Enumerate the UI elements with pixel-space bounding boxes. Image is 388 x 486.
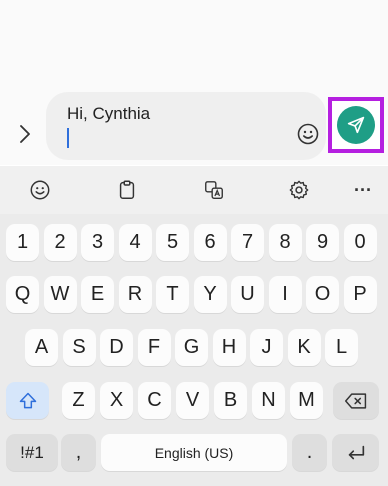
key-n[interactable]: N bbox=[252, 382, 285, 419]
key-x[interactable]: X bbox=[100, 382, 133, 419]
expand-button[interactable] bbox=[13, 122, 37, 146]
translate-icon bbox=[205, 181, 223, 199]
clipboard-button[interactable] bbox=[115, 178, 139, 202]
text-cursor bbox=[67, 128, 69, 148]
key-s[interactable]: S bbox=[62, 329, 96, 366]
key-3[interactable]: 3 bbox=[81, 224, 114, 261]
key-0[interactable]: 0 bbox=[343, 224, 377, 261]
key-f[interactable]: F bbox=[137, 329, 171, 366]
shift-arrow-icon bbox=[19, 392, 36, 408]
key-o[interactable]: O bbox=[306, 276, 339, 313]
key-m[interactable]: M bbox=[290, 382, 323, 419]
key-7[interactable]: 7 bbox=[231, 224, 264, 261]
key-t[interactable]: T bbox=[156, 276, 189, 313]
more-horizontal-icon: ··· bbox=[354, 179, 372, 200]
key-4[interactable]: 4 bbox=[118, 224, 152, 261]
symbols-key[interactable]: !#1 bbox=[6, 434, 58, 471]
enter-return-icon bbox=[348, 445, 364, 459]
gear-icon bbox=[289, 180, 309, 200]
send-highlight-box bbox=[328, 97, 384, 153]
key-g[interactable]: G bbox=[175, 329, 208, 366]
period-key[interactable]: . bbox=[292, 434, 327, 471]
chevron-right-icon bbox=[20, 125, 30, 143]
send-button[interactable] bbox=[337, 106, 375, 144]
key-1[interactable]: 1 bbox=[6, 224, 39, 261]
smiley-icon bbox=[297, 123, 319, 145]
key-2[interactable]: 2 bbox=[43, 224, 77, 261]
paper-plane-icon bbox=[347, 116, 365, 134]
key-c[interactable]: C bbox=[138, 382, 171, 419]
key-u[interactable]: U bbox=[231, 276, 264, 313]
key-l[interactable]: L bbox=[325, 329, 358, 366]
key-9[interactable]: 9 bbox=[306, 224, 339, 261]
emoji-button[interactable] bbox=[296, 122, 320, 146]
key-z[interactable]: Z bbox=[62, 382, 95, 419]
smiley-icon bbox=[30, 180, 50, 200]
key-q[interactable]: Q bbox=[6, 276, 39, 313]
comma-key[interactable]: , bbox=[61, 434, 96, 471]
compose-row: Hi, Cynthia bbox=[0, 92, 388, 166]
key-e[interactable]: E bbox=[81, 276, 114, 313]
message-text: Hi, Cynthia bbox=[67, 104, 151, 123]
keyboard-toolbar: ··· bbox=[0, 166, 388, 214]
settings-button[interactable] bbox=[287, 178, 311, 202]
key-j[interactable]: J bbox=[250, 329, 283, 366]
key-5[interactable]: 5 bbox=[156, 224, 189, 261]
key-8[interactable]: 8 bbox=[268, 224, 302, 261]
more-options-button[interactable]: ··· bbox=[351, 178, 375, 202]
key-i[interactable]: I bbox=[268, 276, 302, 313]
space-bar[interactable]: English (US) bbox=[101, 434, 287, 471]
backspace-icon bbox=[344, 392, 367, 409]
message-input[interactable]: Hi, Cynthia bbox=[46, 92, 326, 160]
translate-button[interactable] bbox=[202, 178, 226, 202]
backspace-key[interactable] bbox=[333, 382, 379, 419]
key-h[interactable]: H bbox=[212, 329, 246, 366]
clipboard-icon bbox=[119, 180, 135, 199]
enter-key[interactable] bbox=[332, 434, 379, 471]
keyboard-emoji-button[interactable] bbox=[28, 178, 52, 202]
key-k[interactable]: K bbox=[287, 329, 321, 366]
key-w[interactable]: W bbox=[43, 276, 77, 313]
key-b[interactable]: B bbox=[214, 382, 247, 419]
keyboard: ··· 1234567890 QWERTYUIOP ASDFGHJKL ZXCV… bbox=[0, 166, 388, 486]
key-v[interactable]: V bbox=[176, 382, 209, 419]
key-a[interactable]: A bbox=[25, 329, 58, 366]
key-p[interactable]: P bbox=[343, 276, 377, 313]
key-r[interactable]: R bbox=[118, 276, 152, 313]
key-y[interactable]: Y bbox=[193, 276, 227, 313]
key-d[interactable]: D bbox=[100, 329, 133, 366]
shift-key[interactable] bbox=[6, 382, 49, 419]
key-6[interactable]: 6 bbox=[193, 224, 227, 261]
